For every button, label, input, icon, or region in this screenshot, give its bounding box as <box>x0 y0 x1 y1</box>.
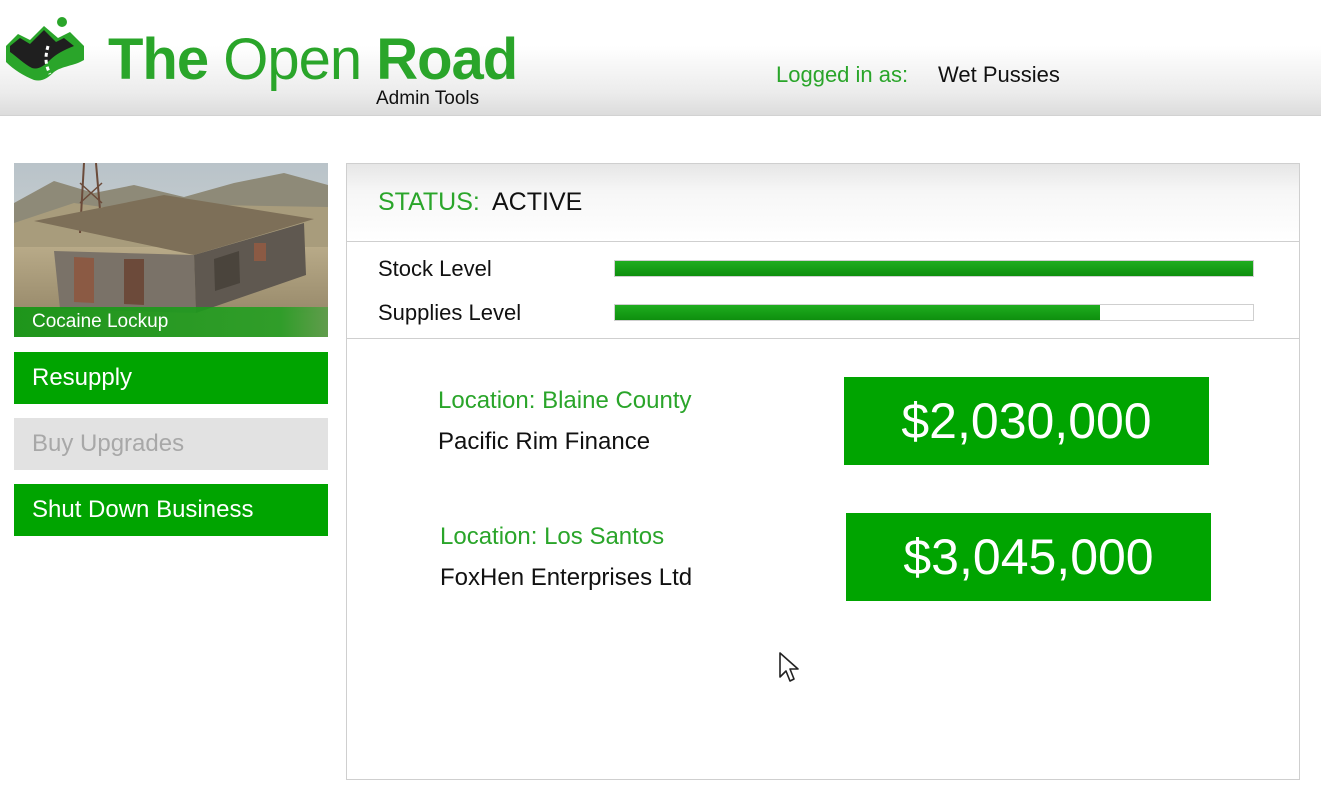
brand-word-open: Open <box>223 27 377 92</box>
stock-level-bar <box>614 260 1254 277</box>
brand-word-the: The <box>108 27 224 92</box>
supplies-level-label: Supplies Level <box>378 300 522 325</box>
offer-location: Location: Blaine County <box>438 387 692 414</box>
offer-buyer-name: FoxHen Enterprises Ltd <box>440 564 693 591</box>
resupply-button[interactable]: Resupply <box>14 352 328 404</box>
mouse-pointer-icon <box>778 651 800 688</box>
shut-down-business-button[interactable]: Shut Down Business <box>14 484 328 536</box>
business-thumbnail: Cocaine Lockup <box>14 163 328 337</box>
status-bar: STATUS: ACTIVE <box>347 164 1299 242</box>
login-username: Wet Pussies <box>938 62 1060 87</box>
sell-offer-button[interactable]: $2,030,000 <box>844 377 1209 465</box>
site-header: The Open Road Admin Tools Logged in as: … <box>0 0 1321 116</box>
business-details-panel: STATUS: ACTIVE Stock Level Supplies Leve… <box>346 163 1300 780</box>
levels-section: Stock Level Supplies Level <box>347 242 1299 339</box>
brand-word-road: Road <box>376 27 518 92</box>
offer-buyer-name: Pacific Rim Finance <box>438 428 651 455</box>
offer-location: Location: Los Santos <box>440 523 665 550</box>
brand-subtitle: Admin Tools <box>376 88 480 109</box>
status-value: ACTIVE <box>492 188 583 216</box>
business-name-caption: Cocaine Lockup <box>14 307 328 337</box>
brand-title: The Open Road <box>108 24 518 96</box>
stock-level-fill <box>615 261 1253 276</box>
login-label: Logged in as: <box>776 62 909 87</box>
stock-level-label: Stock Level <box>378 256 492 281</box>
buy-upgrades-button[interactable]: Buy Upgrades <box>14 418 328 470</box>
supplies-level-fill <box>615 305 1100 320</box>
mountain-road-logo-icon <box>4 16 86 88</box>
sell-offer-button[interactable]: $3,045,000 <box>846 513 1211 601</box>
supplies-level-bar <box>614 304 1254 321</box>
status-label: STATUS: <box>378 188 480 216</box>
